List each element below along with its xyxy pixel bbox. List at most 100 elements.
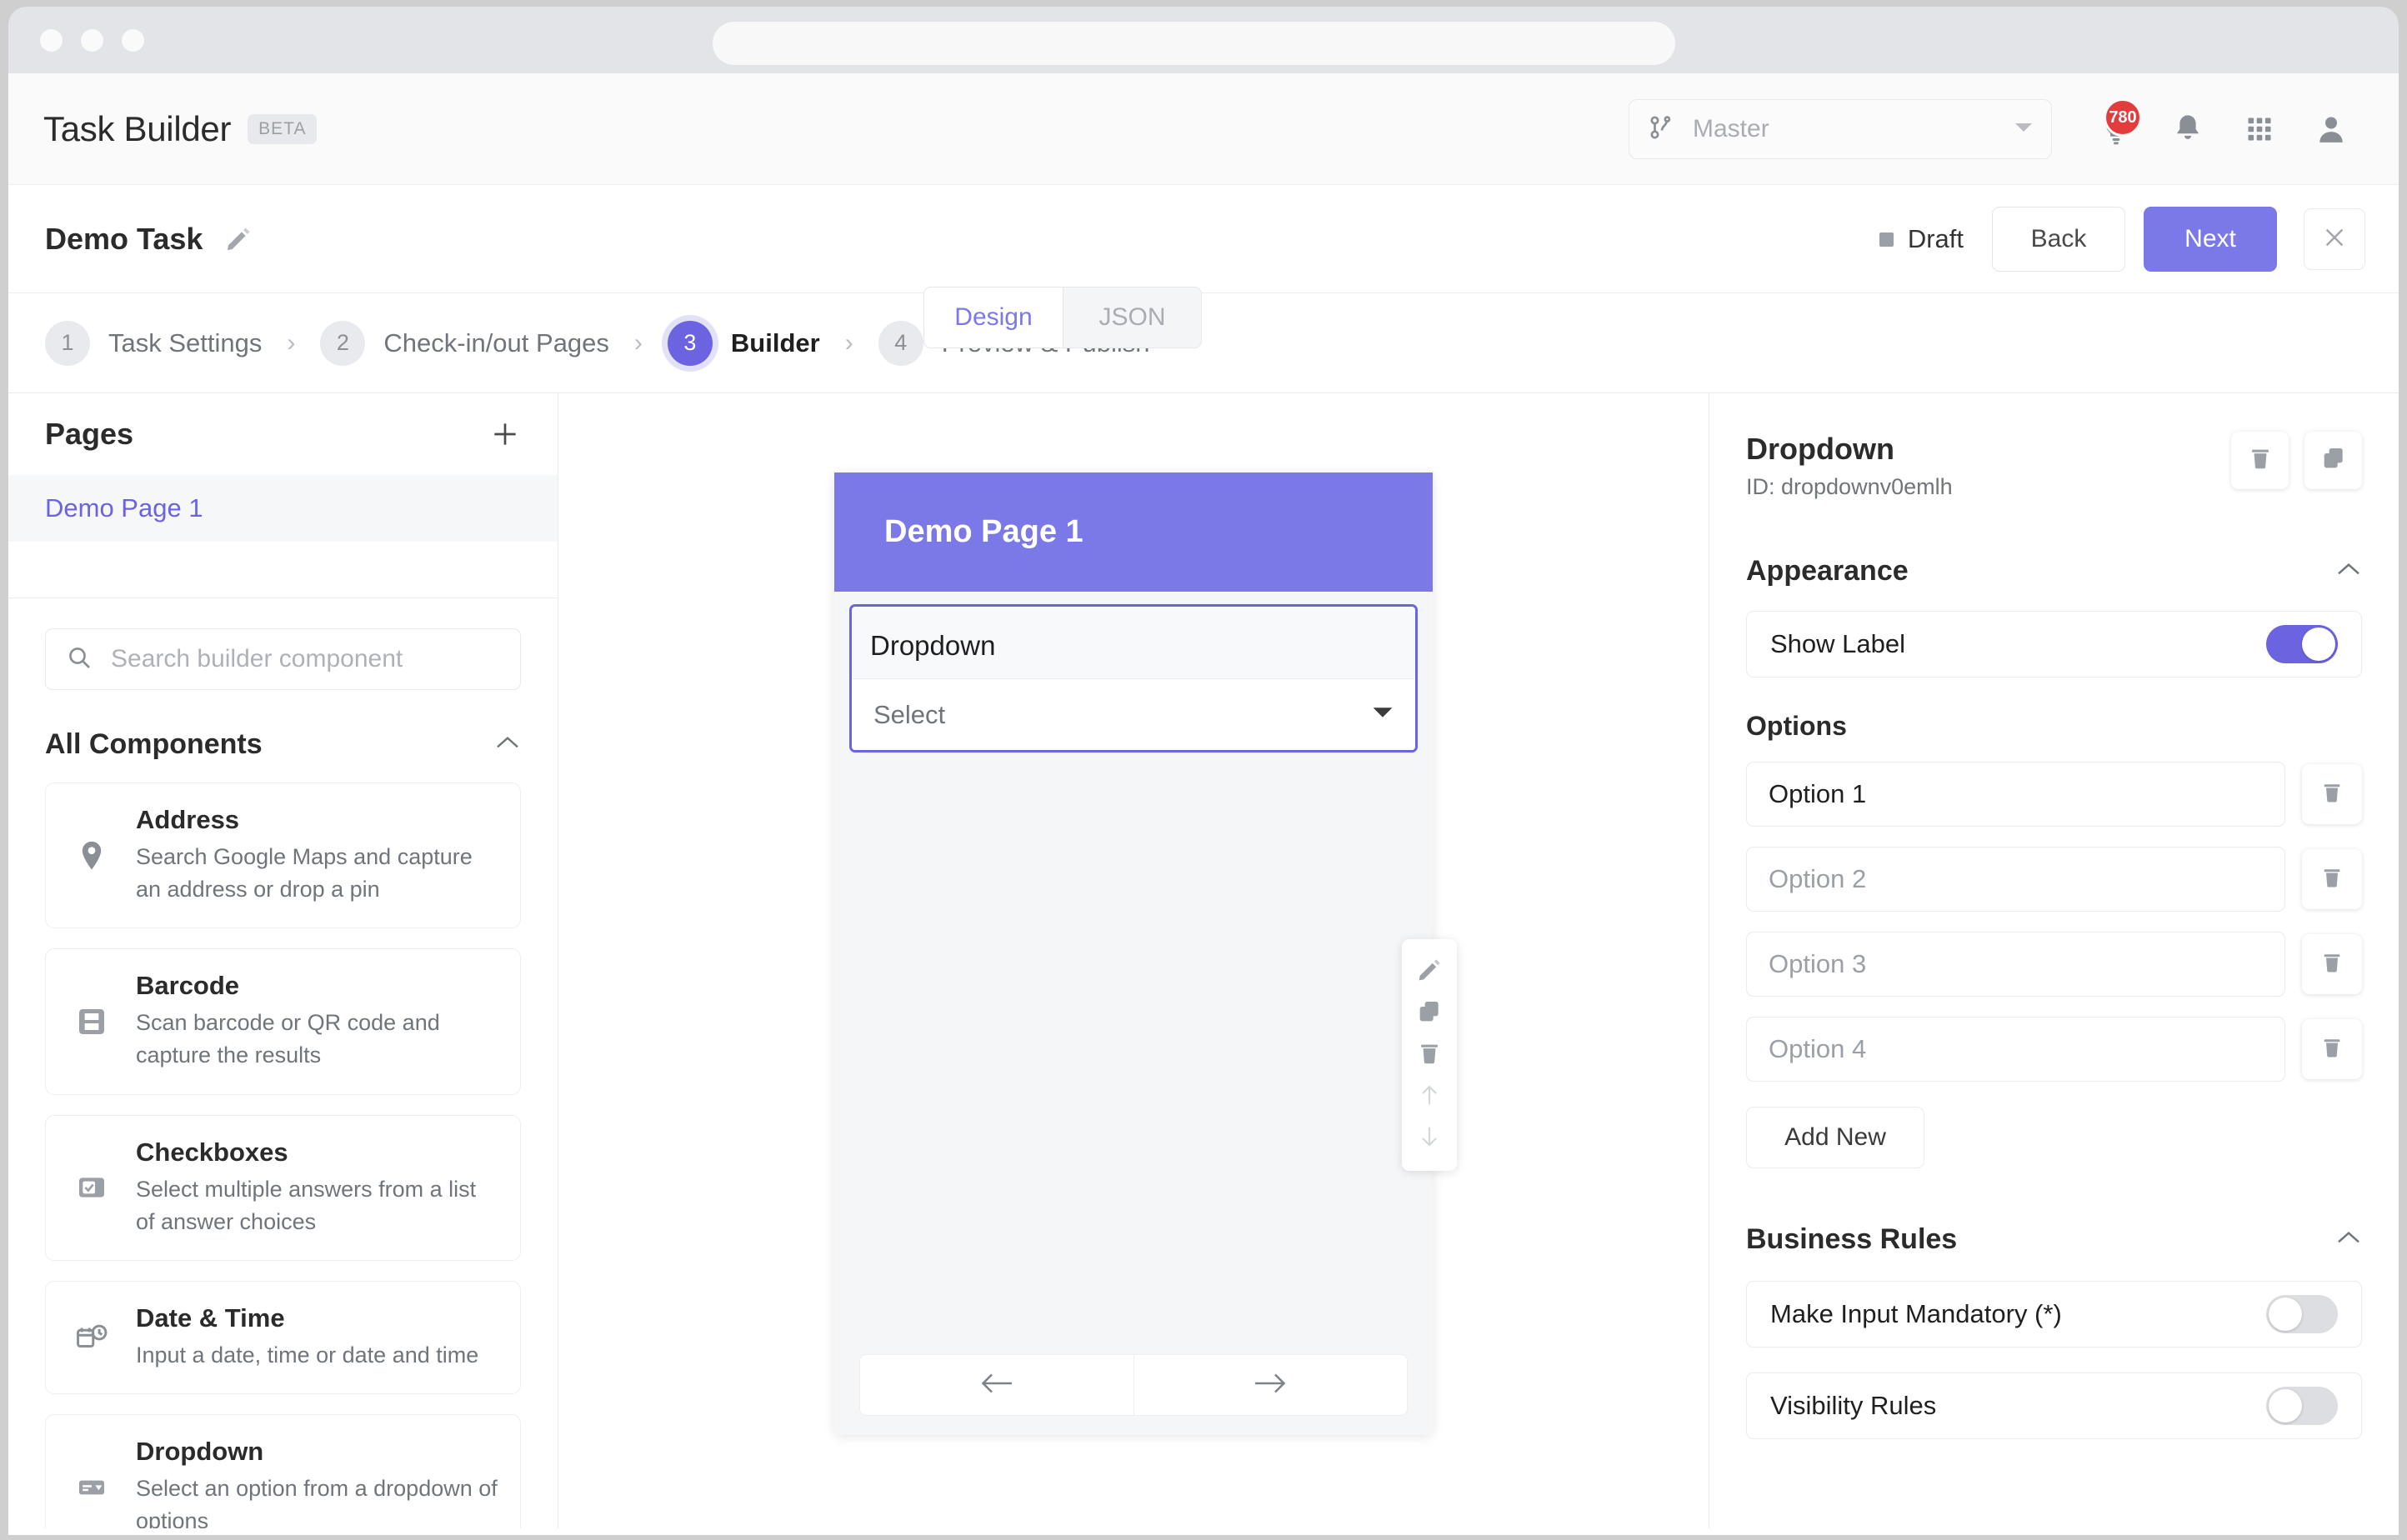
lightbulb-badge-count: 780: [2104, 98, 2142, 137]
business-rules-section-header[interactable]: Business Rules: [1746, 1223, 2362, 1256]
widget-select-placeholder: Select: [873, 699, 946, 729]
component-text: Checkboxes Select multiple answers from …: [136, 1138, 500, 1238]
visibility-rules-label: Visibility Rules: [1770, 1391, 1937, 1420]
canvas-widget-dropdown[interactable]: Dropdown Select: [849, 604, 1418, 752]
add-new-option-button[interactable]: Add New: [1746, 1107, 1924, 1168]
chevron-up-icon[interactable]: [2335, 1229, 2362, 1250]
pencil-icon: [1416, 957, 1443, 988]
option-delete-button-3[interactable]: [2302, 934, 2362, 994]
pages-title: Pages: [45, 417, 134, 451]
lightbulb-icon-button[interactable]: 780: [2080, 93, 2152, 165]
minimize-window-dot[interactable]: [81, 28, 103, 52]
main-content: Pages Demo Page 1 Search builder compone…: [8, 393, 2399, 1528]
component-name: Dropdown: [136, 1436, 264, 1466]
plus-icon[interactable]: [489, 418, 521, 450]
component-card-date-time[interactable]: Date & Time Input a date, time or date a…: [45, 1280, 521, 1394]
component-card-address[interactable]: Address Search Google Maps and capture a…: [45, 782, 521, 929]
arrow-up-icon: [1417, 1082, 1442, 1112]
component-desc: Scan barcode or QR code and capture the …: [136, 1010, 440, 1068]
widget-select-control[interactable]: Select: [852, 678, 1415, 750]
show-label-toggle[interactable]: [2266, 625, 2338, 663]
search-box[interactable]: [45, 628, 521, 690]
widget-duplicate-button[interactable]: [1402, 992, 1457, 1034]
inspector-delete-button[interactable]: [2231, 432, 2289, 489]
step-task-settings[interactable]: 1 Task Settings: [45, 320, 262, 366]
component-desc: Select an option from a dropdown of opti…: [136, 1475, 498, 1528]
search-input[interactable]: [111, 645, 500, 673]
trash-icon: [2319, 865, 2344, 894]
make-input-mandatory-label: Make Input Mandatory (*): [1770, 1299, 2062, 1328]
inspector-duplicate-button[interactable]: [2304, 432, 2362, 489]
appearance-section-header[interactable]: Appearance: [1746, 555, 2362, 588]
properties-inspector: Dropdown ID: dropdownv0emlh Appearance S…: [1709, 393, 2399, 1528]
visibility-rules-toggle[interactable]: [2266, 1387, 2338, 1425]
view-mode-tabs: Design JSON: [923, 287, 1202, 348]
option-input-4[interactable]: [1746, 1017, 2285, 1082]
next-button[interactable]: Next: [2144, 207, 2277, 272]
branch-selector[interactable]: Master: [1629, 99, 2052, 159]
preview-next-button[interactable]: [1133, 1354, 1408, 1416]
widget-move-up-button[interactable]: [1402, 1076, 1457, 1118]
option-input-1[interactable]: [1746, 762, 2285, 827]
address-bar[interactable]: [713, 22, 1675, 65]
tab-json[interactable]: JSON: [1063, 288, 1201, 348]
beta-badge: BETA: [248, 113, 318, 144]
step-label: Check-in/out Pages: [383, 328, 609, 358]
widget-delete-button[interactable]: [1402, 1034, 1457, 1076]
components-title: All Components: [45, 728, 263, 760]
preview-footer-nav: [834, 1335, 1433, 1435]
preview-body: Dropdown Select: [834, 592, 1433, 1335]
map-pin-icon: [66, 838, 118, 873]
preview-prev-button[interactable]: [859, 1354, 1134, 1416]
page-preview: Demo Page 1 Dropdown Select: [834, 472, 1433, 1435]
option-delete-button-1[interactable]: [2302, 764, 2362, 824]
step-checkinout-pages[interactable]: 2 Check-in/out Pages: [320, 320, 609, 366]
inspector-header-actions: [2231, 432, 2362, 489]
copy-icon: [1416, 998, 1443, 1029]
user-avatar-icon-button[interactable]: [2295, 93, 2367, 165]
calendar-clock-icon: [66, 1320, 118, 1355]
make-input-mandatory-toggle[interactable]: [2266, 1295, 2338, 1333]
close-button[interactable]: [2304, 208, 2365, 270]
widget-move-down-button[interactable]: [1402, 1118, 1457, 1159]
option-input-2[interactable]: [1746, 847, 2285, 912]
option-row: [1746, 847, 2362, 912]
option-delete-button-4[interactable]: [2302, 1019, 2362, 1079]
component-name: Barcode: [136, 971, 240, 1001]
step-builder[interactable]: 3 Builder: [667, 320, 820, 366]
wizard-stepper: 1 Task Settings › 2 Check-in/out Pages ›…: [8, 293, 2399, 393]
component-card-barcode[interactable]: Barcode Scan barcode or QR code and capt…: [45, 948, 521, 1095]
widget-edit-button[interactable]: [1402, 951, 1457, 992]
component-text: Barcode Scan barcode or QR code and capt…: [136, 971, 500, 1072]
option-input-3[interactable]: [1746, 932, 2285, 997]
component-name: Address: [136, 805, 240, 834]
component-desc: Select multiple answers from a list of a…: [136, 1176, 477, 1234]
component-card-checkboxes[interactable]: Checkboxes Select multiple answers from …: [45, 1114, 521, 1261]
copy-icon: [2320, 445, 2347, 476]
sidebar-item-demo-page-1[interactable]: Demo Page 1: [8, 475, 558, 542]
bell-icon-button[interactable]: [2152, 93, 2224, 165]
toggle-knob: [2269, 1298, 2302, 1331]
back-button[interactable]: Back: [1992, 207, 2125, 272]
header-right-group: Master 780: [1629, 73, 2367, 185]
tab-design[interactable]: Design: [924, 288, 1063, 348]
component-text: Date & Time Input a date, time or date a…: [136, 1303, 478, 1372]
chevron-up-icon[interactable]: [2335, 561, 2362, 582]
widget-label: Dropdown: [870, 630, 996, 661]
trash-icon: [2247, 445, 2274, 476]
inspector-title-block: Dropdown ID: dropdownv0emlh: [1746, 432, 1953, 500]
pencil-icon[interactable]: [224, 225, 253, 253]
show-label-text: Show Label: [1770, 629, 1906, 658]
option-delete-button-2[interactable]: [2302, 849, 2362, 909]
trash-icon: [2319, 780, 2344, 809]
components-header[interactable]: All Components: [8, 690, 558, 761]
maximize-window-dot[interactable]: [122, 28, 144, 52]
chevron-up-icon[interactable]: [494, 734, 521, 755]
close-window-dot[interactable]: [40, 28, 63, 52]
apps-grid-icon-button[interactable]: [2224, 93, 2295, 165]
business-rules-title: Business Rules: [1746, 1223, 1958, 1255]
component-name: Checkboxes: [136, 1137, 288, 1167]
task-toolbar: Demo Task Draft Back Next: [8, 185, 2399, 293]
trash-icon: [1416, 1040, 1443, 1071]
component-card-dropdown[interactable]: Dropdown Select an option from a dropdow…: [45, 1413, 521, 1528]
